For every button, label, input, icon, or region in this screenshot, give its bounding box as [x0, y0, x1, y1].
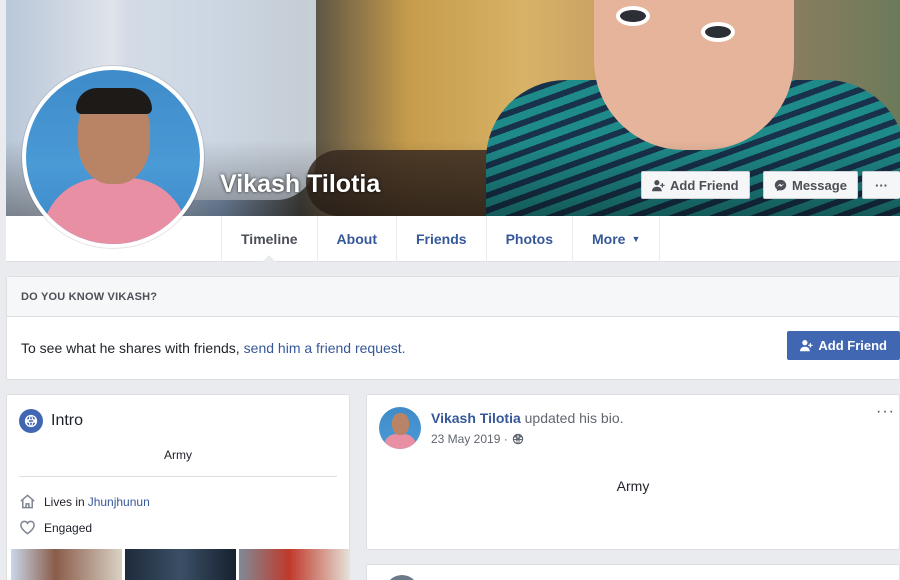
add-friend-icon: [652, 179, 665, 191]
add-friend-label: Add Friend: [670, 177, 739, 193]
intro-title: Intro: [19, 409, 83, 433]
add-friend-primary-button[interactable]: Add Friend: [787, 331, 900, 360]
post-header: Vikash Tilotia updated his bio.: [431, 410, 624, 426]
add-friend-button[interactable]: Add Friend: [641, 171, 750, 199]
profile-photo: [26, 70, 200, 244]
chevron-down-icon: ▼: [631, 234, 641, 244]
profile-picture[interactable]: [22, 66, 204, 248]
profile-tabs: Timeline About Friends Photos More ▼: [221, 216, 661, 263]
profile-name[interactable]: Vikash Tilotia: [220, 170, 380, 199]
tab-more[interactable]: More ▼: [572, 216, 661, 262]
tab-photos[interactable]: Photos: [485, 216, 572, 262]
more-options-button[interactable]: ···: [862, 171, 900, 199]
send-friend-request-link[interactable]: send him a friend request.: [244, 340, 406, 356]
post-card: Vikash Tilotia updated his bio. 23 May 2…: [366, 394, 900, 550]
tab-timeline[interactable]: Timeline: [221, 216, 317, 263]
tab-photos-label: Photos: [505, 231, 554, 247]
post-author-link[interactable]: Vikash Tilotia: [431, 410, 521, 426]
globe-icon: [19, 409, 43, 433]
intro-card: Intro Army Lives in Jhunjhunun Engaged: [6, 394, 350, 580]
do-you-know-card: DO YOU KNOW VIKASH? To see what he share…: [6, 276, 900, 380]
tab-more-label: More: [592, 231, 626, 247]
post-date[interactable]: 23 May 2019 ·: [431, 432, 508, 446]
lives-in-row: Lives in Jhunjhunun: [19, 493, 150, 510]
lives-in-label: Lives in: [44, 494, 85, 509]
tab-about[interactable]: About: [316, 216, 396, 262]
message-button[interactable]: Message: [763, 171, 858, 199]
tab-about-label: About: [336, 231, 377, 247]
heart-icon: [20, 520, 35, 535]
photo-thumbnails: [11, 549, 350, 580]
add-friend-icon: [800, 340, 813, 352]
post-options-button[interactable]: ···: [876, 403, 895, 421]
post-avatar-detail: [384, 434, 416, 449]
add-friend-primary-label: Add Friend: [818, 338, 887, 353]
message-label: Message: [792, 177, 847, 193]
post-text: Army: [616, 478, 650, 494]
relationship-status: Engaged: [44, 520, 93, 535]
post-avatar-detail: [392, 413, 409, 435]
photo-thumbnail[interactable]: [239, 549, 350, 580]
home-icon: [20, 494, 35, 509]
do-you-know-header: DO YOU KNOW VIKASH?: [7, 277, 899, 317]
next-post-avatar[interactable]: [385, 575, 419, 580]
photo-thumbnail[interactable]: [11, 549, 122, 580]
do-you-know-text: To see what he shares with friends,: [21, 340, 240, 356]
cover-photo-detail: [616, 6, 650, 26]
intro-title-label: Intro: [51, 412, 84, 429]
profile-photo-detail: [42, 178, 188, 244]
messenger-icon: [774, 179, 787, 191]
cover-photo-detail: [701, 22, 735, 42]
post-action: updated his bio.: [524, 410, 624, 426]
do-you-know-body: To see what he shares with friends, send…: [7, 317, 899, 379]
next-post-card: [366, 564, 900, 580]
intro-bio: Army: [164, 448, 192, 462]
more-options-label: ···: [875, 177, 888, 193]
tab-friends[interactable]: Friends: [395, 216, 486, 262]
public-icon: [512, 433, 523, 445]
photo-thumbnail[interactable]: [125, 549, 236, 580]
lives-in-link[interactable]: Jhunjhunun: [88, 495, 150, 509]
intro-divider: [19, 476, 337, 477]
tab-timeline-label: Timeline: [241, 231, 298, 247]
profile-photo-detail: [76, 88, 152, 114]
relationship-row: Engaged: [19, 519, 92, 536]
post-meta: 23 May 2019 ·: [431, 432, 524, 446]
post-author-avatar[interactable]: [379, 407, 421, 449]
tab-friends-label: Friends: [415, 231, 467, 247]
